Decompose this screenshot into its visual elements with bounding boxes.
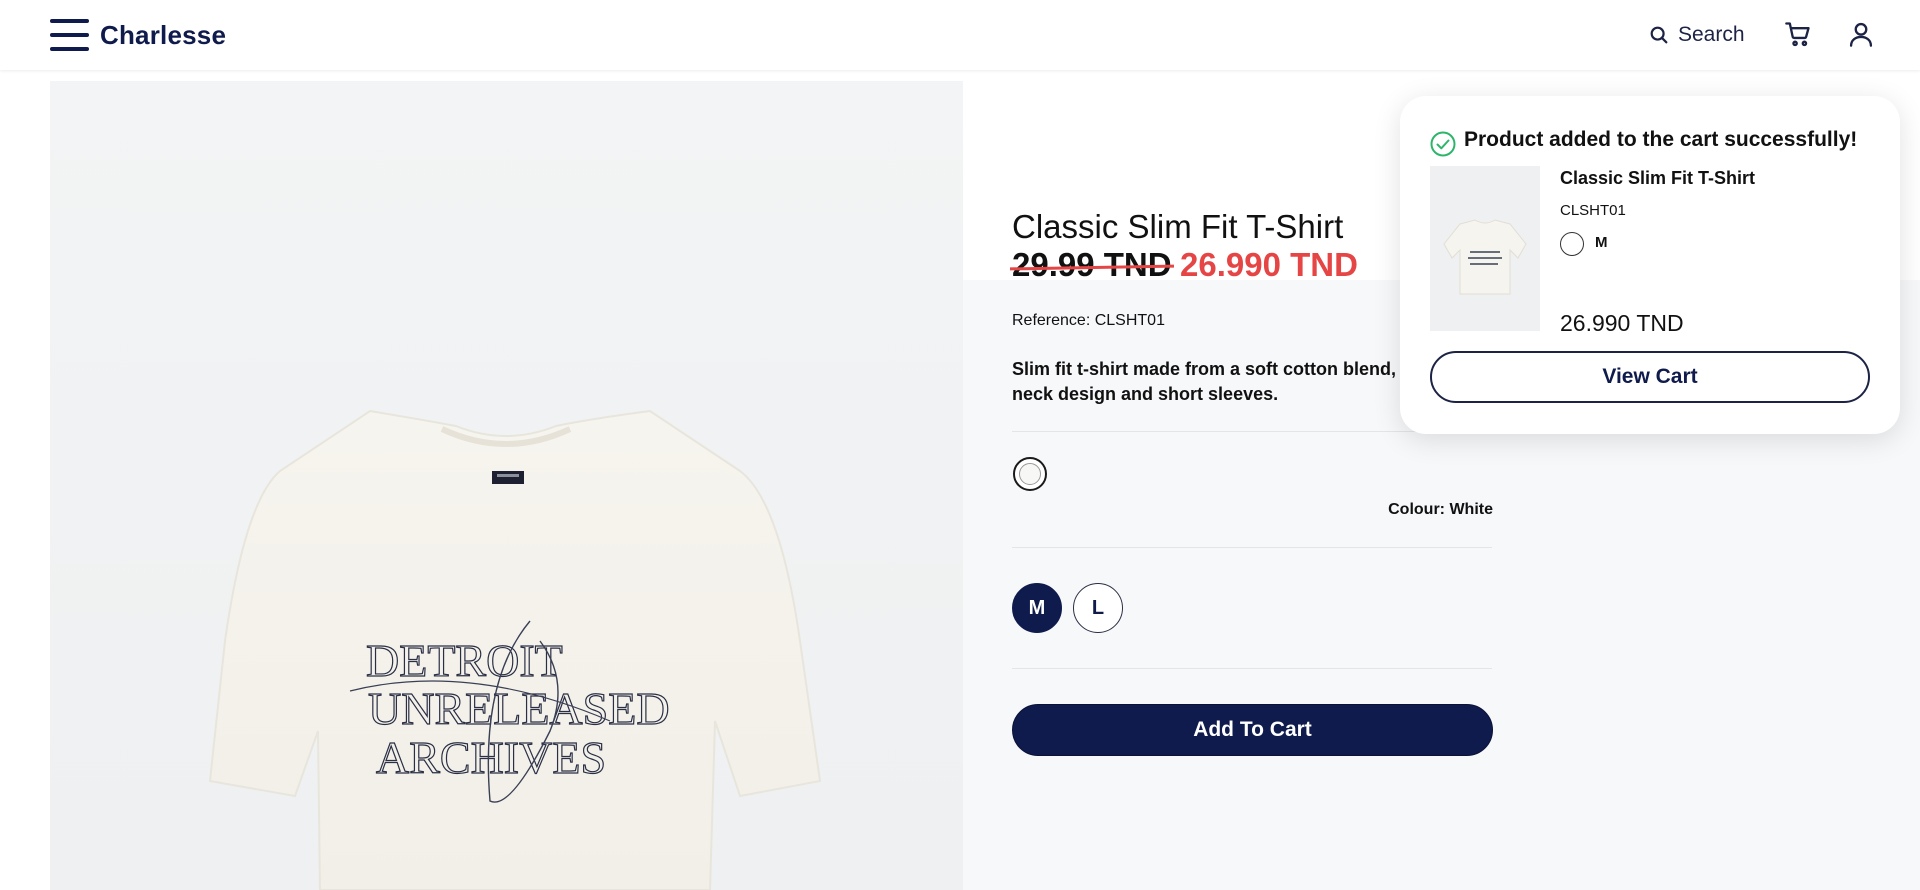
user-account-icon[interactable] <box>1847 20 1875 48</box>
divider <box>1012 547 1492 548</box>
colour-label: Colour: White <box>1388 501 1493 518</box>
product-image[interactable]: DETROIT UNRELEASED ARCHIVES <box>50 81 963 890</box>
size-option-l[interactable]: L <box>1073 583 1123 633</box>
graphic-text-line-1: DETROIT <box>366 635 563 686</box>
brand-logo[interactable]: Charlesse <box>100 20 226 51</box>
colour-swatch-white[interactable] <box>1013 457 1047 491</box>
graphic-text-line-3: ARCHIVES <box>376 732 606 783</box>
success-check-icon <box>1430 131 1456 157</box>
sale-price: 26.990 TND <box>1180 246 1358 283</box>
size-option-m[interactable]: M <box>1012 583 1062 633</box>
site-header: Charlesse Search <box>0 0 1920 70</box>
product-reference: Reference: CLSHT01 <box>1012 312 1165 329</box>
search-button[interactable]: Search <box>1648 20 1745 50</box>
tshirt-image: DETROIT UNRELEASED ARCHIVES <box>208 409 822 890</box>
search-label: Search <box>1678 23 1745 46</box>
add-to-cart-button[interactable]: Add To Cart <box>1012 704 1493 756</box>
toast-message: Product added to the cart successfully! <box>1464 128 1858 151</box>
cart-success-toast: Product added to the cart successfully! … <box>1400 96 1900 434</box>
toast-size-swatch <box>1560 232 1584 256</box>
toast-price: 26.990 TND <box>1560 310 1684 336</box>
cart-icon[interactable] <box>1784 20 1812 48</box>
search-icon <box>1650 26 1668 44</box>
divider <box>1012 668 1492 669</box>
view-cart-button[interactable]: View Cart <box>1430 351 1870 403</box>
hamburger-menu-icon[interactable] <box>50 19 90 52</box>
original-price: 29.99 TND <box>1012 246 1172 283</box>
toast-product-reference: CLSHT01 <box>1560 202 1626 219</box>
toast-size-label: M <box>1595 234 1608 251</box>
toast-product-name: Classic Slim Fit T-Shirt <box>1560 168 1756 188</box>
toast-product-thumbnail <box>1430 166 1540 331</box>
product-title: Classic Slim Fit T-Shirt <box>1012 208 1344 245</box>
